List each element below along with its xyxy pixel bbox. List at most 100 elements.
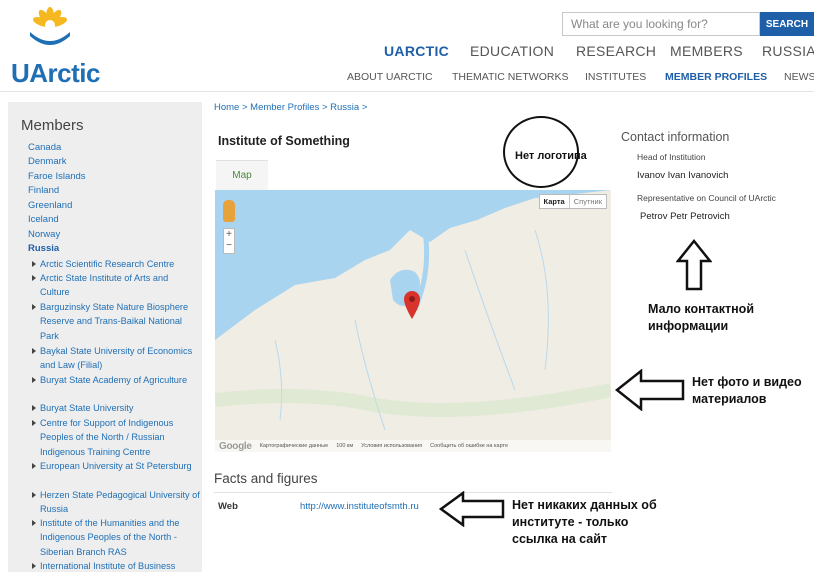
annotation-little-contact: Мало контактной информации [648,301,754,335]
sidebar-institution-item[interactable]: Herzen State Pedagogical University of R… [32,488,200,517]
nav-education[interactable]: EDUCATION [470,43,554,59]
arrow-left-icon [439,491,505,527]
triangle-right-icon [32,492,36,498]
subnav-about-uarctic[interactable]: ABOUT UARCTIC [347,71,433,83]
search-placeholder: What are you looking for? [571,17,708,31]
annotation-line: ссылка на сайт [512,532,608,546]
sidebar-institution-item[interactable]: Baykal State University of Economics and… [32,344,200,373]
map-scale: 100 км [336,443,354,449]
web-label: Web [218,501,238,512]
contact-heading: Contact information [621,130,730,144]
location-map[interactable]: Карта Спутник + − Google Картографически… [215,190,611,452]
page-title: Institute of Something [218,134,350,148]
institution-label: International Institute of Business [40,561,176,571]
sidebar-country-finland[interactable]: Finland [28,185,59,196]
search-input[interactable]: What are you looking for? [562,12,760,36]
map-data-credit: Картографические данные [259,443,329,449]
institution-label: Institute of the Humanities and the Indi… [40,518,180,557]
annotation-line: Мало контактной [648,302,754,316]
annotation-no-data: Нет никаких данных об институте - только… [512,497,657,548]
map-marker-icon[interactable] [403,290,421,320]
brand-logo-text[interactable]: UArctic [11,58,100,89]
subnav-thematic-networks[interactable]: THEMATIC NETWORKS [452,71,568,83]
sidebar-institution-item[interactable]: International Institute of Business [32,559,200,572]
annotation-no-logo: Нет логотипа [515,150,587,162]
institution-label: Herzen State Pedagogical University of R… [40,490,200,515]
sidebar-institution-item[interactable]: Arctic State Institute of Arts and Cultu… [32,271,200,300]
subnav-member-profiles[interactable]: MEMBER PROFILES [665,71,767,83]
nav-uarctic[interactable]: UARCTIC [384,43,449,59]
sidebar-country-russia[interactable]: Russia [28,243,59,254]
annotation-line: Нет фото и видео [692,375,802,389]
street-view-pegman-icon[interactable] [223,200,235,222]
sidebar-country-iceland[interactable]: Iceland [28,214,59,225]
institution-label: Centre for Support of Indigenous Peoples… [40,418,174,457]
sidebar-title: Members [21,117,84,134]
map-report-link[interactable]: Сообщить об ошибке на карте [430,443,508,449]
sidebar-institution-item[interactable]: European University at St Petersburg [32,459,200,473]
sidebar-institution-item[interactable]: Barguzinsky State Nature Biosphere Reser… [32,300,200,343]
head-name: Ivanov Ivan Ivanovich [637,170,729,181]
institution-label: Barguzinsky State Nature Biosphere Reser… [40,302,189,341]
sidebar-country-faroe-islands[interactable]: Faroe Islands [28,171,86,182]
institution-label: Baykal State University of Economics and… [40,346,193,371]
breadcrumb[interactable]: Home > Member Profiles > Russia > [214,102,367,113]
sidebar-institution-item[interactable]: Buryat State University [32,401,200,415]
map-terrain [215,190,611,452]
facts-heading: Facts and figures [214,471,318,486]
tab-map[interactable]: Map [216,160,268,190]
triangle-right-icon [32,520,36,526]
institution-label: European University at St Petersburg [40,461,192,471]
map-footer: Google Картографические данные 100 км Ус… [215,440,611,452]
zoom-control[interactable]: + − [223,228,235,254]
triangle-right-icon [32,405,36,411]
triangle-right-icon [32,304,36,310]
representative-label: Representative on Council of UArctic [637,193,776,203]
website-link[interactable]: http://www.instituteofsmth.ru [300,501,419,512]
triangle-right-icon [32,261,36,267]
google-logo: Google [219,440,252,452]
institution-label: Buryat State Academy of Agriculture [40,375,188,385]
map-type-satellite[interactable]: Спутник [570,195,606,208]
arrow-left-icon [615,369,685,411]
triangle-right-icon [32,563,36,569]
sidebar-institution-item[interactable]: Centre for Support of Indigenous Peoples… [32,416,200,459]
institution-label: Arctic Scientific Research Centre [40,259,175,269]
triangle-right-icon [32,377,36,383]
sidebar-country-canada[interactable]: Canada [28,142,61,153]
triangle-right-icon [32,463,36,469]
search-button[interactable]: SEARCH [760,12,814,36]
sidebar-country-norway[interactable]: Norway [28,229,60,240]
map-terms-link[interactable]: Условия использования [361,443,422,449]
annotation-line: институте - только [512,515,629,529]
subnav-institutes[interactable]: INSTITUTES [585,71,646,83]
annotation-line: информации [648,319,729,333]
nav-members[interactable]: MEMBERS [670,43,743,59]
facts-divider [214,492,612,493]
zoom-in-button[interactable]: + [224,229,234,240]
zoom-out-button[interactable]: − [224,240,234,251]
subnav-news[interactable]: NEWS [784,71,814,83]
sidebar-country-denmark[interactable]: Denmark [28,156,67,167]
head-label: Head of Institution [637,152,706,162]
institution-label: Buryat State University [40,403,134,413]
annotation-line: Нет никаких данных об [512,498,657,512]
header-divider [0,91,814,92]
triangle-right-icon [32,348,36,354]
nav-russian[interactable]: RUSSIAN [762,43,814,59]
triangle-right-icon [32,420,36,426]
sidebar-institution-item[interactable]: Arctic Scientific Research Centre [32,257,200,271]
institution-label: Arctic State Institute of Arts and Cultu… [40,273,169,298]
map-type-toggle[interactable]: Карта Спутник [538,194,607,209]
sidebar-country-greenland[interactable]: Greenland [28,200,72,211]
sidebar-institution-item[interactable]: Institute of the Humanities and the Indi… [32,516,200,559]
sun-flower-logo-icon[interactable] [26,6,74,46]
sidebar-institution-item[interactable]: Buryat State Academy of Agriculture [32,373,200,387]
map-type-map[interactable]: Карта [540,195,570,208]
annotation-line: материалов [692,392,767,406]
representative-name: Petrov Petr Petrovich [640,211,730,222]
arrow-up-icon [676,239,712,291]
nav-research[interactable]: RESEARCH [576,43,656,59]
annotation-no-media: Нет фото и видео материалов [692,374,802,408]
triangle-right-icon [32,275,36,281]
